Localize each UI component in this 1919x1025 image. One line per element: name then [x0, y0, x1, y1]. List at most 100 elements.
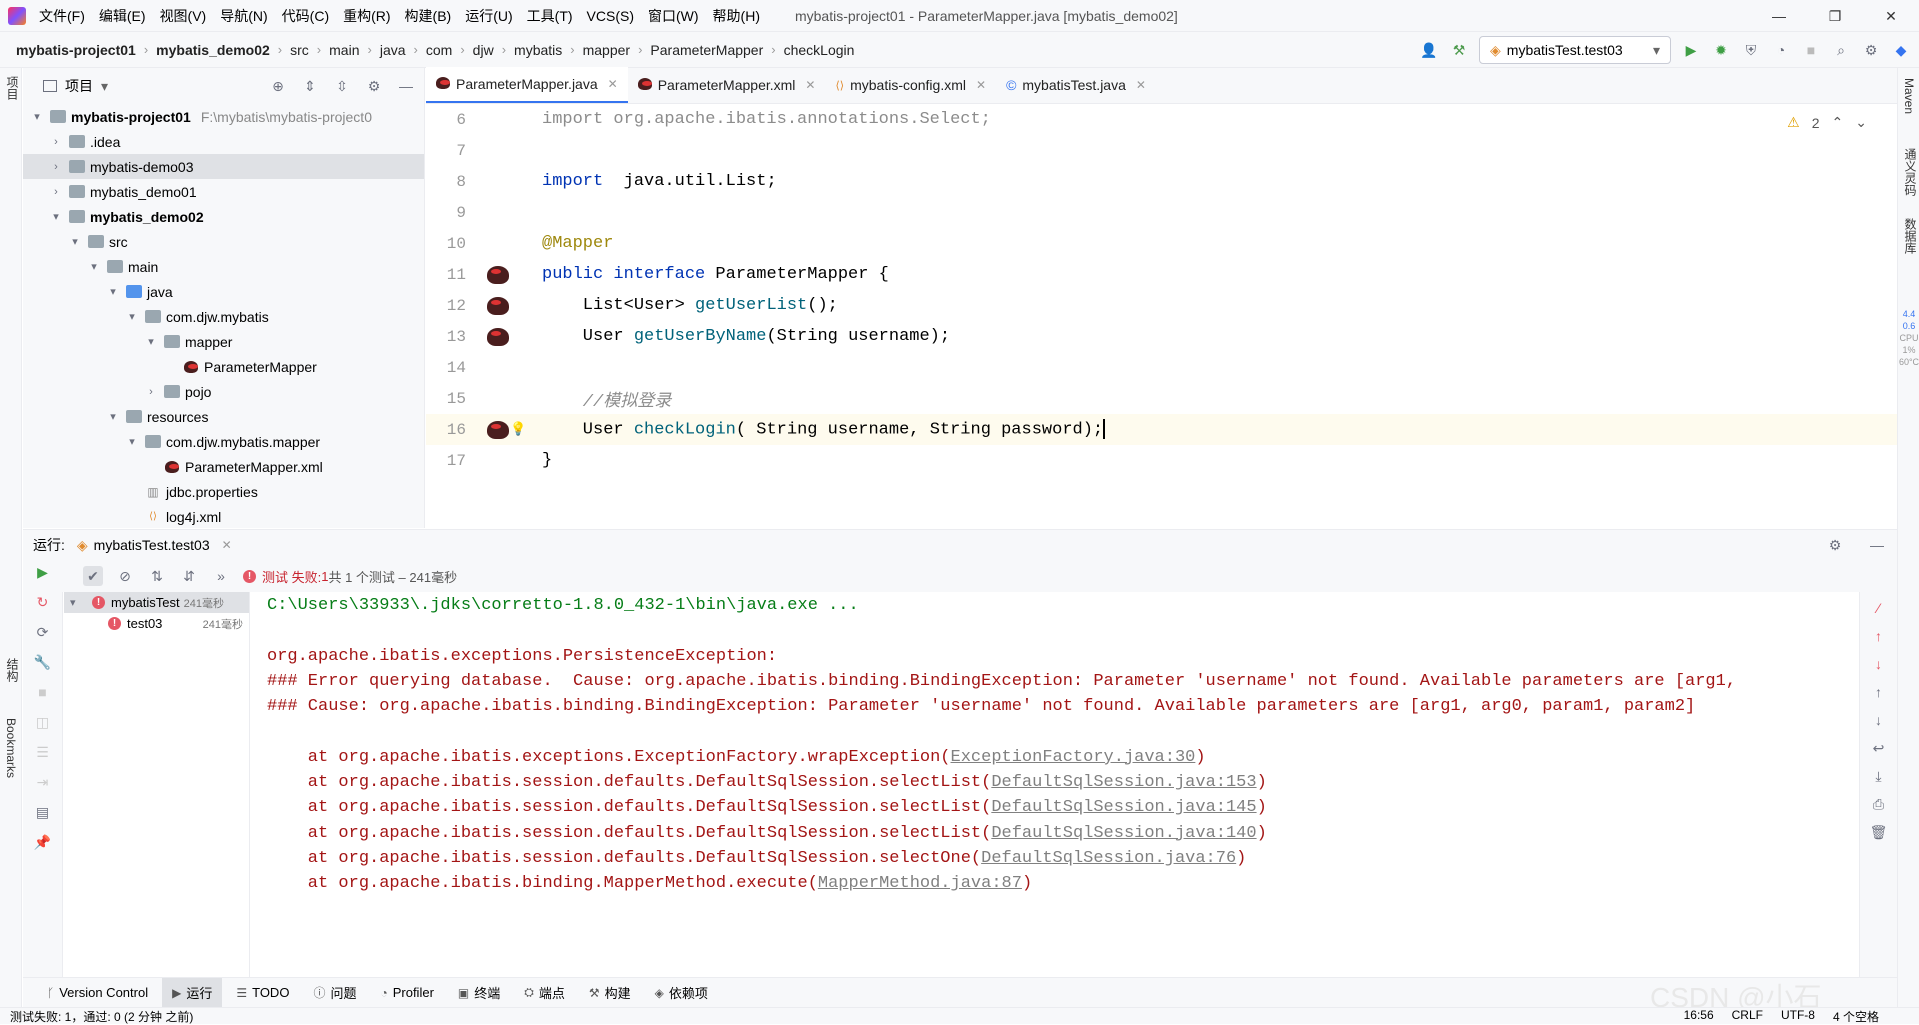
tree-node[interactable]: ▾ mapper — [23, 329, 424, 354]
stack-trace-link[interactable]: ExceptionFactory.java:30 — [951, 748, 1196, 767]
dump-threads-icon[interactable]: ☰ — [33, 742, 53, 762]
run-config-select[interactable]: ◈ mybatisTest.test03 ▾ — [1479, 36, 1671, 64]
minimize-button[interactable]: — — [1751, 0, 1807, 32]
close-tab-icon[interactable]: ✕ — [222, 538, 232, 552]
wrench-icon[interactable]: 🔧 — [33, 652, 53, 672]
indent-setting[interactable]: 4 个空格 — [1833, 1008, 1879, 1025]
settings-gear-icon[interactable]: ⚙ — [1825, 535, 1845, 555]
coverage-icon[interactable]: ⛨ — [1741, 40, 1761, 60]
locate-icon[interactable]: ⊕ — [268, 76, 288, 96]
tree-node[interactable]: ParameterMapper.xml — [23, 454, 424, 479]
menu-item[interactable]: 导航(N) — [213, 6, 274, 26]
trash-icon[interactable]: 🗑 — [1869, 822, 1889, 842]
tool-window-button[interactable]: ☰ TODO — [226, 978, 299, 1008]
status-message[interactable]: 测试失败: 1，通过: 0 (2 分钟 之前) — [10, 1008, 193, 1025]
editor-tab[interactable]: ⟨⟩ mybatis-config.xml ✕ — [825, 67, 996, 103]
tree-node[interactable]: ▾ main — [23, 254, 424, 279]
tree-node[interactable]: ▾ com.djw.mybatis.mapper — [23, 429, 424, 454]
menu-item[interactable]: 视图(V) — [153, 6, 214, 26]
stack-trace-link[interactable]: DefaultSqlSession.java:76 — [981, 849, 1236, 868]
breadcrumb-item[interactable]: java — [380, 42, 406, 58]
close-window-button[interactable]: ✕ — [1863, 0, 1919, 32]
tree-node[interactable]: › mybatis_demo01 — [23, 179, 424, 204]
soft-wrap-icon[interactable]: ⁄ — [1869, 598, 1889, 618]
toggle-autotest-icon[interactable]: ⟳ — [33, 622, 53, 642]
tool-window-button[interactable]: ◈ 依赖项 — [645, 978, 718, 1008]
hide-panel-icon[interactable]: — — [396, 76, 416, 96]
editor-tab[interactable]: ParameterMapper.xml ✕ — [628, 67, 826, 103]
tree-node[interactable]: › pojo — [23, 379, 424, 404]
tree-node[interactable]: ▾ com.djw.mybatis — [23, 304, 424, 329]
sort-alpha-icon[interactable]: ⇅ — [147, 566, 167, 586]
maven-tool-button[interactable]: Maven — [1902, 78, 1916, 114]
console-output[interactable]: C:\Users\33933\.jdks\corretto-1.8.0_432-… — [251, 592, 1873, 964]
breadcrumb-item[interactable]: checkLogin — [784, 42, 855, 58]
project-tool-button[interactable]: 项目 — [4, 76, 21, 100]
menu-item[interactable]: 帮助(H) — [706, 6, 767, 26]
tree-node[interactable]: ▾ mybatis-project01 F:\mybatis\mybatis-pro… — [23, 104, 424, 129]
tool-window-button[interactable]: ⓘ 问题 — [303, 978, 366, 1008]
mybatis-navigate-icon[interactable] — [487, 420, 509, 439]
scroll-to-end-icon[interactable]: ⤓ — [1869, 766, 1889, 786]
arrow-down-icon[interactable]: ↓ — [1869, 654, 1889, 674]
breadcrumb-item[interactable]: mapper — [583, 42, 630, 58]
collapse-all-icon[interactable]: ⇳ — [332, 76, 352, 96]
tree-node[interactable]: ▾ resources — [23, 404, 424, 429]
tool-window-button[interactable]: ⚒ 构建 — [579, 978, 641, 1008]
menu-item[interactable]: 运行(U) — [458, 6, 519, 26]
exit-icon[interactable]: ⇥ — [33, 772, 53, 792]
tool-window-button[interactable]: ᚴ Version Control — [37, 978, 158, 1008]
tool-window-button[interactable]: ▶ 运行 — [162, 977, 223, 1008]
breadcrumb-item[interactable]: mybatis — [514, 42, 562, 58]
ignored-filter-icon[interactable]: ⊘ — [115, 566, 135, 586]
camera-icon[interactable]: ◫ — [33, 712, 53, 732]
down-icon[interactable]: ↓ — [1869, 710, 1889, 730]
caret-position[interactable]: 16:56 — [1684, 1008, 1714, 1025]
tree-node[interactable]: ▾ src — [23, 229, 424, 254]
database-tool-button[interactable]: 数据库 — [1902, 218, 1919, 254]
mybatis-navigate-icon[interactable] — [487, 327, 509, 346]
stack-trace-link[interactable]: DefaultSqlSession.java:140 — [991, 824, 1256, 843]
profiler-icon[interactable]: ◔ — [1771, 40, 1791, 60]
test-case-row[interactable]: ! test03 241毫秒 — [64, 613, 249, 634]
tool-window-button[interactable]: ⛭ 端点 — [514, 978, 575, 1008]
menu-item[interactable]: 工具(T) — [520, 6, 580, 26]
stack-trace-link[interactable]: DefaultSqlSession.java:153 — [991, 773, 1256, 792]
tree-node[interactable]: ▾ mybatis_demo02 — [23, 204, 424, 229]
stop-icon[interactable]: ■ — [33, 682, 53, 702]
stack-trace-link[interactable]: MapperMethod.java:87 — [818, 874, 1022, 893]
tree-node[interactable]: ⟨⟩ log4j.xml — [23, 504, 424, 529]
breadcrumb-item[interactable]: mybatis-project01 — [16, 42, 136, 58]
tool-window-button[interactable]: ▣ 终端 — [448, 978, 510, 1008]
menu-item[interactable]: 窗口(W) — [641, 6, 706, 26]
maximize-button[interactable]: ❐ — [1807, 0, 1863, 32]
close-tab-icon[interactable]: ✕ — [1136, 78, 1146, 92]
run-icon[interactable]: ▶ — [1681, 40, 1701, 60]
run-tab[interactable]: mybatisTest.test03 — [94, 537, 210, 553]
menu-item[interactable]: 文件(F) — [32, 6, 92, 26]
tree-node[interactable]: › .idea — [23, 129, 424, 154]
user-icon[interactable]: 👤 — [1419, 40, 1439, 60]
chevron-down-icon[interactable]: ▾ — [101, 78, 108, 95]
tongyi-tool-button[interactable]: 通义灵码 — [1902, 148, 1919, 196]
mybatis-navigate-icon[interactable] — [487, 265, 509, 284]
breadcrumb-item[interactable]: src — [290, 42, 309, 58]
breadcrumb-item[interactable]: com — [426, 42, 452, 58]
tree-node[interactable]: ParameterMapper — [23, 354, 424, 379]
settings-gear-icon[interactable]: ⚙ — [1861, 40, 1881, 60]
menu-item[interactable]: 代码(C) — [275, 6, 336, 26]
structure-tool-button[interactable]: 结构 — [4, 658, 21, 682]
plugin-logo-icon[interactable]: ◆ — [1891, 40, 1911, 60]
editor-tab[interactable]: ParameterMapper.java ✕ — [426, 67, 628, 103]
rerun-failed-icon[interactable]: ↻ — [33, 592, 53, 612]
tool-window-button[interactable]: ◔ Profiler — [370, 978, 443, 1008]
sort-duration-icon[interactable]: ⇵ — [179, 566, 199, 586]
stack-trace-link[interactable]: DefaultSqlSession.java:145 — [991, 798, 1256, 817]
code-area[interactable]: 6 import org.apache.ibatis.annotations.Se… — [426, 104, 1897, 528]
build-hammer-icon[interactable]: ⚒ — [1449, 40, 1469, 60]
tree-node[interactable]: ▾ java — [23, 279, 424, 304]
stop-icon[interactable]: ■ — [1801, 40, 1821, 60]
wrap-icon[interactable]: ↩ — [1869, 738, 1889, 758]
rerun-icon[interactable]: ▶ — [33, 562, 53, 582]
file-encoding[interactable]: UTF-8 — [1781, 1008, 1815, 1025]
